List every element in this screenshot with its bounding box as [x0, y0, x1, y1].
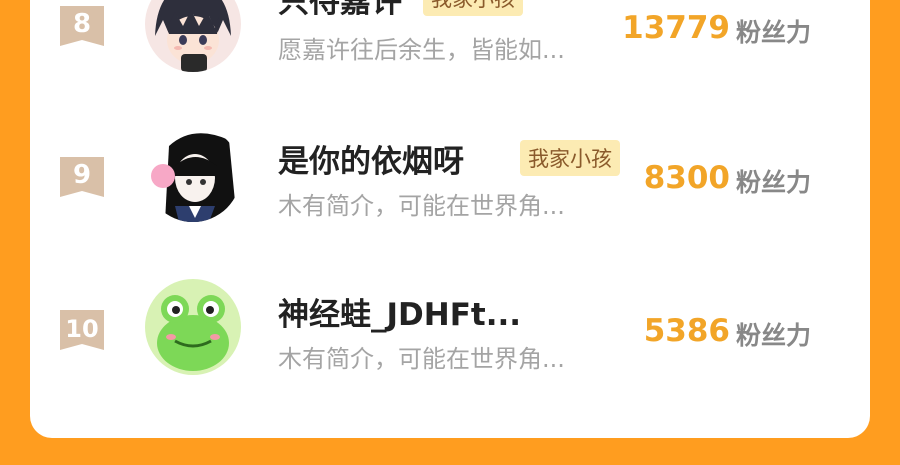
anime-girl-bubblegum-avatar-icon	[145, 126, 241, 222]
rank-badge: 10	[60, 310, 104, 350]
leaderboard-card: 8 只待嘉许 我家小孩 愿嘉许往后余生，皆能如... 13779 粉丝力 9	[30, 0, 870, 438]
user-bio: 木有简介，可能在世界角...	[278, 192, 565, 220]
user-name[interactable]: 是你的依烟呀	[278, 136, 464, 181]
user-name[interactable]: 神经蛙_JDHFt...	[278, 289, 521, 334]
avatar[interactable]	[145, 126, 241, 222]
avatar[interactable]	[145, 279, 241, 375]
fan-power-score: 8300	[643, 160, 730, 196]
user-tag: 我家小孩	[423, 0, 523, 16]
avatar[interactable]	[145, 0, 241, 72]
anime-boy-avatar-icon	[145, 0, 241, 72]
list-item[interactable]: 10 神经蛙_JDHFt... 木有简介，可能在世界角... 5386 粉丝力	[30, 269, 870, 379]
user-tag: 我家小孩	[520, 140, 620, 176]
fan-power-label: 粉丝力	[736, 18, 812, 47]
user-bio: 愿嘉许往后余生，皆能如...	[278, 36, 565, 64]
fan-power-score: 5386	[643, 313, 730, 349]
frog-avatar-icon	[145, 279, 241, 375]
fan-power-label: 粉丝力	[736, 321, 812, 350]
rank-badge: 9	[60, 157, 104, 197]
list-item[interactable]: 8 只待嘉许 我家小孩 愿嘉许往后余生，皆能如... 13779 粉丝力	[30, 0, 870, 76]
user-bio: 木有简介，可能在世界角...	[278, 345, 565, 373]
list-item[interactable]: 9 是你的依烟呀 我家小孩 木有简介，可能在世界角... 8300 粉丝力	[30, 116, 870, 226]
fan-power-label: 粉丝力	[736, 168, 812, 197]
rank-badge: 8	[60, 6, 104, 46]
fan-power-score: 13779	[622, 10, 730, 46]
user-name[interactable]: 只待嘉许	[278, 0, 402, 21]
